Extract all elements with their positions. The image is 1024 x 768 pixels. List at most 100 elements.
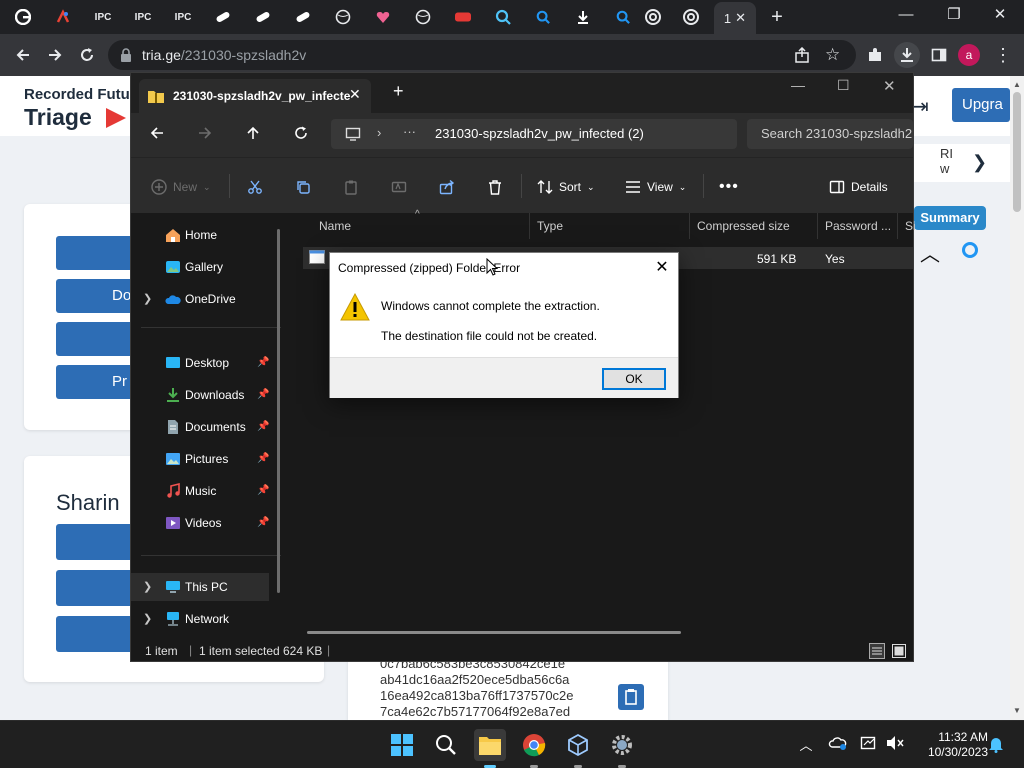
- nav-network[interactable]: ❯ Network: [131, 605, 281, 633]
- avatar[interactable]: a: [958, 44, 980, 66]
- tab-pill-2[interactable]: [246, 4, 280, 30]
- tab-chrome-1[interactable]: [636, 4, 670, 30]
- nav-gallery[interactable]: Gallery: [131, 253, 281, 281]
- new-button[interactable]: New ⌄: [151, 174, 211, 200]
- taskbar-chrome[interactable]: [518, 729, 550, 761]
- copy-button[interactable]: [618, 684, 644, 710]
- tab-download[interactable]: [566, 4, 600, 30]
- menu-button[interactable]: ⋮: [990, 42, 1016, 68]
- start-button[interactable]: [386, 729, 418, 761]
- scroll-up-icon[interactable]: ▲: [1013, 80, 1021, 89]
- taskbar-file-explorer[interactable]: [474, 729, 506, 761]
- pin-icon[interactable]: 📌: [257, 517, 269, 529]
- column-header-name[interactable]: Name: [319, 219, 351, 233]
- nav-downloads[interactable]: Downloads 📌: [131, 381, 281, 409]
- minimize-button[interactable]: —: [791, 77, 805, 93]
- pin-icon[interactable]: 📌: [257, 453, 269, 465]
- chevron-right-icon[interactable]: ❯: [143, 292, 152, 305]
- star-icon[interactable]: ☆: [825, 45, 840, 65]
- close-icon[interactable]: ✕: [735, 10, 746, 26]
- tab-search-2[interactable]: [526, 4, 560, 30]
- nav-pictures[interactable]: Pictures 📌: [131, 445, 281, 473]
- paste-button[interactable]: [343, 174, 359, 200]
- taskbar-virtualbox[interactable]: [562, 729, 594, 761]
- pin-icon[interactable]: 📌: [257, 357, 269, 369]
- reload-button[interactable]: [74, 42, 100, 68]
- tab-search-blue[interactable]: [486, 4, 520, 30]
- pin-icon[interactable]: 📌: [257, 485, 269, 497]
- forward-button[interactable]: [42, 42, 68, 68]
- onedrive-sync-icon[interactable]: [828, 735, 848, 755]
- extensions-button[interactable]: [862, 42, 888, 68]
- upgrade-button[interactable]: Upgra: [952, 88, 1010, 122]
- explorer-tab[interactable]: 231030-spzsladh2v_pw_infecte ✕: [139, 79, 371, 113]
- search-input[interactable]: Search 231030-spzsladh2: [747, 119, 913, 149]
- nav-this-pc[interactable]: ❯ This PC: [131, 573, 269, 601]
- new-tab-button[interactable]: +: [393, 81, 404, 102]
- tab-ipc-2[interactable]: IPC: [126, 4, 160, 30]
- tab-heart[interactable]: [366, 4, 400, 30]
- forward-button[interactable]: [197, 125, 213, 141]
- page-scrollbar[interactable]: ▲ ▼: [1010, 76, 1024, 720]
- chevron-up-icon[interactable]: ︿: [920, 238, 940, 267]
- dialog-close-button[interactable]: ✕: [650, 257, 674, 279]
- column-divider[interactable]: [689, 213, 690, 239]
- tab-globe-2[interactable]: [406, 4, 440, 30]
- tab-globe-1[interactable]: [326, 4, 360, 30]
- breadcrumb[interactable]: 231030-spzsladh2v_pw_infected (2): [435, 126, 644, 141]
- view-button[interactable]: View ⌄: [625, 174, 686, 200]
- share-button[interactable]: [439, 174, 455, 200]
- sort-button[interactable]: Sort ⌄: [537, 174, 595, 200]
- nav-onedrive[interactable]: ❯ OneDrive: [131, 285, 281, 313]
- nav-videos[interactable]: Videos 📌: [131, 509, 281, 537]
- column-divider[interactable]: [817, 213, 818, 239]
- pin-icon[interactable]: 📌: [257, 421, 269, 433]
- tab-ipc-3[interactable]: IPC: [166, 4, 200, 30]
- up-button[interactable]: [245, 125, 261, 141]
- tiles-view-icon[interactable]: [891, 643, 907, 659]
- refresh-button[interactable]: [293, 125, 309, 141]
- column-header-password[interactable]: Password ...: [825, 219, 891, 233]
- column-divider[interactable]: [529, 213, 530, 239]
- nav-documents[interactable]: Documents 📌: [131, 413, 281, 441]
- tab-pill-1[interactable]: [206, 4, 240, 30]
- column-header-compressed-size[interactable]: Compressed size: [697, 219, 790, 233]
- column-header-type[interactable]: Type: [537, 219, 563, 233]
- search-icon[interactable]: [962, 242, 978, 258]
- address-bar[interactable]: tria.ge/231030-spzsladh2v ☆: [108, 40, 856, 70]
- scrollbar-thumb[interactable]: [1013, 92, 1021, 212]
- tab-app[interactable]: [46, 4, 80, 30]
- column-divider[interactable]: [897, 213, 898, 239]
- summary-tab[interactable]: Summary: [914, 206, 986, 230]
- close-window-button[interactable]: ✕: [883, 77, 896, 95]
- tab-google[interactable]: [6, 4, 40, 30]
- chevron-right-icon[interactable]: ❯: [143, 580, 152, 593]
- clipboard-icon[interactable]: [860, 735, 880, 755]
- details-view-icon[interactable]: [869, 643, 885, 659]
- nav-desktop[interactable]: Desktop 📌: [131, 349, 281, 377]
- tab-search-3[interactable]: [606, 4, 640, 30]
- address-bar[interactable]: › ··· 231030-spzsladh2v_pw_infected (2): [331, 119, 737, 149]
- tab-red-badge[interactable]: [446, 4, 480, 30]
- maximize-button[interactable]: ☐: [837, 77, 850, 94]
- more-icon[interactable]: ···: [403, 124, 416, 139]
- restore-button[interactable]: ❐: [934, 4, 974, 26]
- sidepanel-button[interactable]: [926, 42, 952, 68]
- copy-button[interactable]: [295, 174, 311, 200]
- tab-ipc-1[interactable]: IPC: [86, 4, 120, 30]
- more-options-button[interactable]: •••: [719, 174, 739, 200]
- tab-active[interactable]: 1 ✕: [714, 2, 756, 34]
- pin-icon[interactable]: 📌: [257, 389, 269, 401]
- nav-scrollbar[interactable]: [277, 229, 280, 593]
- system-clock[interactable]: 11:32 AM 10/30/2023: [914, 730, 988, 760]
- share-icon[interactable]: [794, 47, 810, 63]
- notification-bell-icon[interactable]: [988, 735, 1008, 755]
- speaker-muted-icon[interactable]: [886, 735, 906, 755]
- ok-button[interactable]: OK: [602, 368, 666, 390]
- nav-home[interactable]: Home: [131, 221, 281, 249]
- details-button[interactable]: Details: [829, 174, 888, 200]
- scroll-down-icon[interactable]: ▼: [1013, 706, 1021, 715]
- back-button[interactable]: [10, 42, 36, 68]
- close-icon[interactable]: ✕: [349, 86, 361, 103]
- close-window-button[interactable]: ✕: [980, 4, 1020, 26]
